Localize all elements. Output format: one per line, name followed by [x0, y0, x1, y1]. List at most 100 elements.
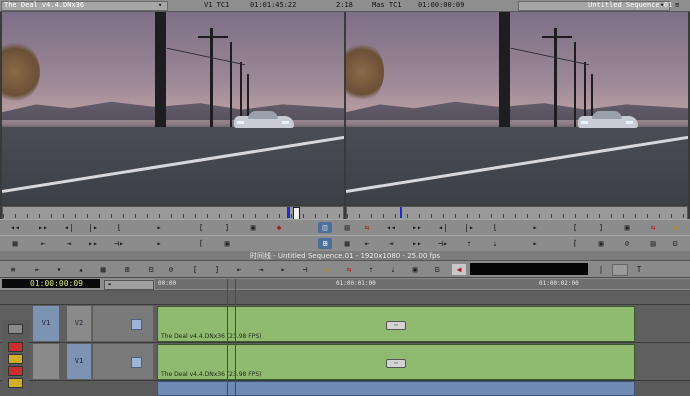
grid-icon[interactable]: ▦ — [340, 238, 354, 249]
clip-audio[interactable] — [157, 381, 635, 396]
source-track-v1[interactable]: V1 — [33, 306, 59, 341]
play-icon[interactable]: ▸ — [528, 222, 542, 233]
clip-effect-icon[interactable]: ▭ — [386, 359, 406, 368]
go-to-out-icon[interactable]: ⇥ — [62, 238, 76, 249]
segment-red-icon[interactable] — [8, 342, 23, 352]
extract-icon[interactable]: ⇣ — [386, 264, 400, 275]
record-tc-label[interactable]: Mas TC1 — [372, 1, 402, 9]
rewind-icon[interactable]: ◂◂ — [8, 222, 22, 233]
clear-icon[interactable]: ▣ — [220, 238, 234, 249]
arrow-icon[interactable]: ↞ — [30, 264, 44, 275]
trim-icon[interactable]: ⊣▸ — [436, 238, 450, 249]
go-to-out-icon[interactable]: ⇥ — [254, 264, 268, 275]
match-frame-icon[interactable]: ⊟ — [430, 264, 444, 275]
step-forward-icon[interactable]: |▸ — [86, 222, 100, 233]
mark-out-icon[interactable]: ] — [594, 222, 608, 233]
lift-icon[interactable] — [8, 366, 23, 376]
clear-icon[interactable]: ▣ — [408, 264, 422, 275]
play-in-out-icon[interactable]: ▸▸ — [410, 238, 424, 249]
mark-out-icon[interactable]: ] — [210, 264, 224, 275]
segment-yellow-icon[interactable]: ⇆ — [668, 222, 682, 233]
audio-mute-icon[interactable]: ◀ — [452, 264, 466, 275]
lift-icon[interactable]: ⇡ — [364, 264, 378, 275]
play-icon[interactable]: ▸ — [152, 222, 166, 233]
source-tc-label[interactable]: V1 TC1 — [204, 1, 229, 9]
text-tool-icon[interactable]: T — [632, 264, 646, 275]
clip-effect-icon[interactable]: ▭ — [386, 321, 406, 330]
grid-icon[interactable]: ▦ — [96, 264, 110, 275]
rewind-icon[interactable]: ◂◂ — [384, 222, 398, 233]
fast-forward-icon[interactable]: ▸▸ — [410, 222, 424, 233]
play-icon[interactable]: ▸ — [528, 238, 542, 249]
mark-in-icon[interactable]: ⌊ — [112, 222, 126, 233]
step-back-icon[interactable]: | — [594, 264, 608, 275]
overwrite-icon[interactable]: ▤ — [340, 222, 354, 233]
clear-icon[interactable]: ▣ — [620, 222, 634, 233]
clip-v1[interactable]: ▭ The Deal v4.4.DNx36 (23.98 FPS) — [157, 344, 635, 380]
track-lock-box[interactable] — [131, 357, 142, 368]
go-to-in-icon[interactable]: ⇤ — [36, 238, 50, 249]
grid-icon[interactable]: ▦ — [8, 238, 22, 249]
overwrite-icon[interactable]: ⊟ — [144, 264, 158, 275]
menu-icon[interactable]: ≡ — [675, 1, 679, 9]
mark-clip-icon[interactable]: ⌈ — [568, 238, 582, 249]
timeline-timecode[interactable]: 01:00:00:09 — [2, 279, 100, 288]
segment-yellow-icon[interactable] — [8, 354, 23, 364]
chevron-up-icon[interactable]: ▴ — [74, 264, 88, 275]
mark-in-icon[interactable]: [ — [188, 264, 202, 275]
splice-icon[interactable]: ⊞ — [120, 264, 134, 275]
timeline-track-v2[interactable]: V1 V2 ▭ The Deal v4.4.DNx36 (23.98 FPS) — [0, 305, 690, 342]
record-track-v1[interactable]: V1 — [67, 344, 91, 379]
splice-icon[interactable]: ⊞ — [318, 238, 332, 249]
lift-icon[interactable]: ⇡ — [462, 238, 476, 249]
chevron-down-icon[interactable]: ▾ — [52, 264, 66, 275]
extract-icon[interactable]: ⇣ — [488, 238, 502, 249]
record-position-bar[interactable] — [346, 206, 688, 220]
trim-icon[interactable]: ⊣ — [298, 264, 312, 275]
extract-icon[interactable] — [8, 378, 23, 388]
overwrite-icon[interactable]: ▤ — [646, 238, 660, 249]
step-back-icon[interactable]: ◂| — [436, 222, 450, 233]
record-track-v2[interactable]: V2 — [67, 306, 91, 341]
menu-icon[interactable]: ≡ — [6, 264, 20, 275]
step-back-icon[interactable]: ◂| — [62, 222, 76, 233]
mark-in-icon[interactable]: [ — [568, 222, 582, 233]
segment-red-icon[interactable]: ⇆ — [342, 264, 356, 275]
go-to-out-icon[interactable]: ⇥ — [384, 238, 398, 249]
chevron-down-icon[interactable]: ▾ — [158, 1, 162, 9]
record-icon[interactable]: ◆ — [272, 222, 286, 233]
play-icon[interactable]: ▸ — [276, 264, 290, 275]
timeline-playhead[interactable] — [227, 279, 228, 396]
source-position-bar[interactable] — [2, 206, 344, 220]
record-monitor[interactable] — [346, 12, 688, 205]
blank-button[interactable] — [612, 264, 628, 276]
timeline-track-a1[interactable] — [0, 381, 690, 396]
mark-in-icon[interactable]: ⌊ — [488, 222, 502, 233]
match-frame-icon[interactable]: ⊟ — [668, 238, 682, 249]
step-forward-icon[interactable]: |▸ — [462, 222, 476, 233]
source-monitor[interactable] — [2, 12, 344, 205]
no-entry-icon[interactable]: ⊘ — [620, 238, 634, 249]
trim-icon[interactable]: ⊣▸ — [112, 238, 126, 249]
go-to-in-icon[interactable]: ⇤ — [232, 264, 246, 275]
timecode-scroll[interactable]: ◂ — [104, 280, 154, 290]
source-position-indicator[interactable] — [287, 207, 290, 218]
segment-red-icon[interactable]: ⇆ — [360, 222, 374, 233]
play-in-out-icon[interactable]: ▸▸ — [86, 238, 100, 249]
mark-in-icon[interactable]: [ — [194, 222, 208, 233]
no-entry-icon[interactable]: ⊘ — [164, 264, 178, 275]
timeline-track-v1[interactable]: V1 ▭ The Deal v4.4.DNx36 (23.98 FPS) — [0, 343, 690, 380]
record-position-indicator[interactable] — [400, 207, 402, 218]
track-lock-box[interactable] — [131, 319, 142, 330]
chevron-down-icon[interactable]: ▾ — [660, 1, 664, 9]
segment-red-icon[interactable]: ⇆ — [646, 222, 660, 233]
go-to-in-icon[interactable]: ⇤ — [360, 238, 374, 249]
clear-icon[interactable]: ▣ — [594, 238, 608, 249]
play-icon[interactable]: ▸ — [152, 238, 166, 249]
grid-icon[interactable] — [8, 324, 23, 334]
mark-clip-icon[interactable]: ⌈ — [194, 238, 208, 249]
source-record-toggle-icon[interactable]: ◫ — [318, 222, 332, 233]
clear-icon[interactable]: ▣ — [246, 222, 260, 233]
clip-v2[interactable]: ▭ The Deal v4.4.DNx36 (23.98 FPS) — [157, 306, 635, 342]
fast-forward-icon[interactable]: ▸▸ — [36, 222, 50, 233]
